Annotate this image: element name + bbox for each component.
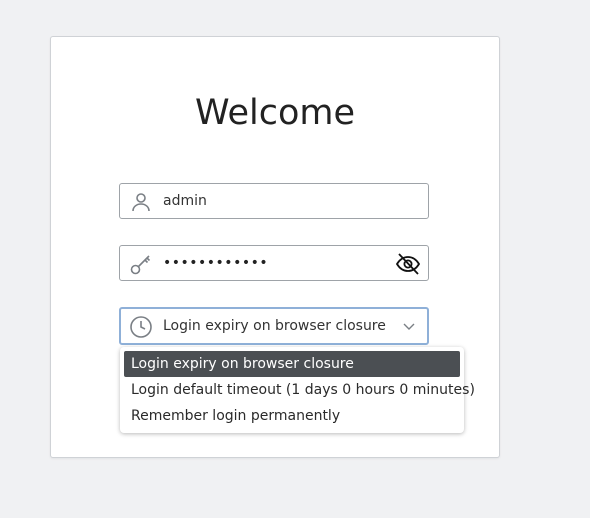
- dropdown-option-default-timeout[interactable]: Login default timeout (1 days 0 hours 0 …: [124, 377, 475, 403]
- password-value: ••••••••••••: [163, 255, 269, 271]
- user-icon: [129, 190, 153, 214]
- page-title: Welcome: [194, 93, 356, 133]
- dropdown-option-remember-permanently[interactable]: Remember login permanently: [124, 403, 460, 429]
- clock-icon: [129, 315, 153, 339]
- login-expiry-dropdown: Login expiry on browser closure Login de…: [120, 347, 475, 433]
- login-expiry-select[interactable]: Login expiry on browser closure: [119, 307, 429, 345]
- username-value: admin: [163, 193, 207, 209]
- key-icon: [129, 252, 153, 276]
- login-expiry-selected-value: Login expiry on browser closure: [163, 318, 386, 334]
- eye-off-icon[interactable]: [395, 251, 421, 277]
- dropdown-option-browser-closure[interactable]: Login expiry on browser closure: [124, 351, 460, 377]
- chevron-down-icon: [403, 321, 415, 331]
- password-field[interactable]: ••••••••••••: [119, 245, 429, 281]
- login-card: Welcome admin •••••••••••• Login expiry …: [50, 36, 500, 458]
- username-field[interactable]: admin: [119, 183, 429, 219]
